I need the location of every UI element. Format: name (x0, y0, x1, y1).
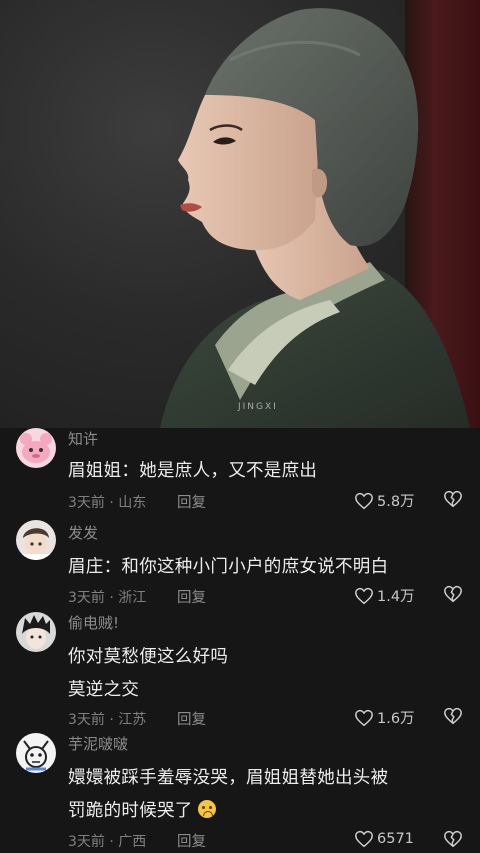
comment-text: 眉姐姐：她是庶人，又不是庶出 (68, 461, 318, 481)
comment-meta: 3天前 · 山东 (68, 492, 146, 512)
comment-text: 眉庄：和你这种小门小户的庶女说不明白 (68, 557, 389, 577)
comment-time: 3天前 (68, 495, 105, 511)
comment-location: 浙江 (118, 590, 147, 606)
dislike-button[interactable] (443, 585, 463, 603)
dislike-button[interactable] (443, 490, 463, 508)
boy-cartoon-avatar-icon (16, 520, 56, 560)
avatar[interactable] (16, 733, 56, 773)
woman-portrait-illustration (160, 8, 470, 428)
avatar[interactable] (16, 520, 56, 560)
meta-separator: · (109, 495, 114, 511)
reply-button[interactable]: 回复 (177, 708, 206, 729)
heart-outline-icon (355, 709, 373, 726)
heart-outline-icon (355, 492, 373, 509)
comment-item: 偷电贼! 你对莫愁便这么好吗 莫逆之交 3天前 · 江苏 回复 1.6万 (0, 612, 480, 732)
meta-separator: · (109, 590, 114, 606)
anime-boy-avatar-icon (16, 612, 56, 652)
comment-text-line-2-text: 罚跪的时候哭了 (68, 801, 193, 821)
like-button[interactable]: 1.6万 (354, 707, 415, 728)
dislike-button[interactable] (443, 707, 463, 725)
like-button[interactable]: 1.4万 (354, 585, 415, 606)
comment-time: 3天前 (68, 834, 105, 850)
doodle-character-avatar-icon (16, 733, 56, 773)
comment-location: 广西 (118, 834, 147, 850)
like-count: 1.6万 (377, 711, 415, 727)
broken-heart-icon (444, 585, 462, 603)
comment-location: 江苏 (118, 712, 147, 728)
comment-time: 3天前 (68, 590, 105, 606)
comment-time: 3天前 (68, 712, 105, 728)
comment-meta: 3天前 · 江苏 (68, 709, 146, 729)
comment-text-line-2: 莫逆之交 (68, 680, 140, 700)
heart-outline-icon (355, 587, 373, 604)
reply-button[interactable]: 回复 (177, 830, 206, 851)
meta-separator: · (109, 712, 114, 728)
reply-button[interactable]: 回复 (177, 586, 206, 607)
like-count: 1.4万 (377, 589, 415, 605)
comment-meta: 3天前 · 浙江 (68, 587, 146, 607)
meta-separator: · (109, 834, 114, 850)
comment-item: 发发 眉庄：和你这种小门小户的庶女说不明白 3天前 · 浙江 回复 1.4万 (0, 520, 480, 612)
pink-cartoon-avatar-icon (16, 428, 56, 468)
video-still-image: JINGXI (0, 0, 480, 428)
avatar[interactable] (16, 612, 56, 652)
like-count: 5.8万 (377, 494, 415, 510)
comment-username[interactable]: 偷电贼! (68, 612, 119, 633)
comment-item: 芋泥啵啵 嬛嬛被踩手羞辱没哭，眉姐姐替她出头被 罚跪的时候哭了 3天前 · 广西… (0, 733, 480, 853)
broken-heart-icon (444, 707, 462, 725)
reply-button[interactable]: 回复 (177, 491, 206, 512)
dislike-button[interactable] (443, 830, 463, 848)
like-button[interactable]: 6571 (354, 830, 414, 848)
comment-text: 你对莫愁便这么好吗 (68, 647, 229, 667)
broken-heart-icon (444, 830, 462, 848)
crying-face-emoji-icon (198, 800, 217, 818)
broken-heart-icon (444, 490, 462, 508)
avatar[interactable] (16, 428, 56, 468)
comment-username[interactable]: 发发 (68, 522, 98, 543)
comment-text: 嬛嬛被踩手羞辱没哭，眉姐姐替她出头被 (68, 768, 389, 788)
like-count: 6571 (377, 831, 414, 847)
comment-text-line-2: 罚跪的时候哭了 (68, 797, 217, 822)
heart-outline-icon (355, 830, 373, 848)
comment-meta: 3天前 · 广西 (68, 831, 146, 851)
watermark-text: JINGXI (238, 402, 278, 412)
comment-item: 知许 眉姐姐：她是庶人，又不是庶出 3天前 · 山东 回复 5.8万 (0, 428, 480, 520)
comment-location: 山东 (118, 495, 147, 511)
like-button[interactable]: 5.8万 (354, 490, 415, 511)
comment-username[interactable]: 芋泥啵啵 (68, 733, 128, 754)
comment-username[interactable]: 知许 (68, 428, 98, 449)
